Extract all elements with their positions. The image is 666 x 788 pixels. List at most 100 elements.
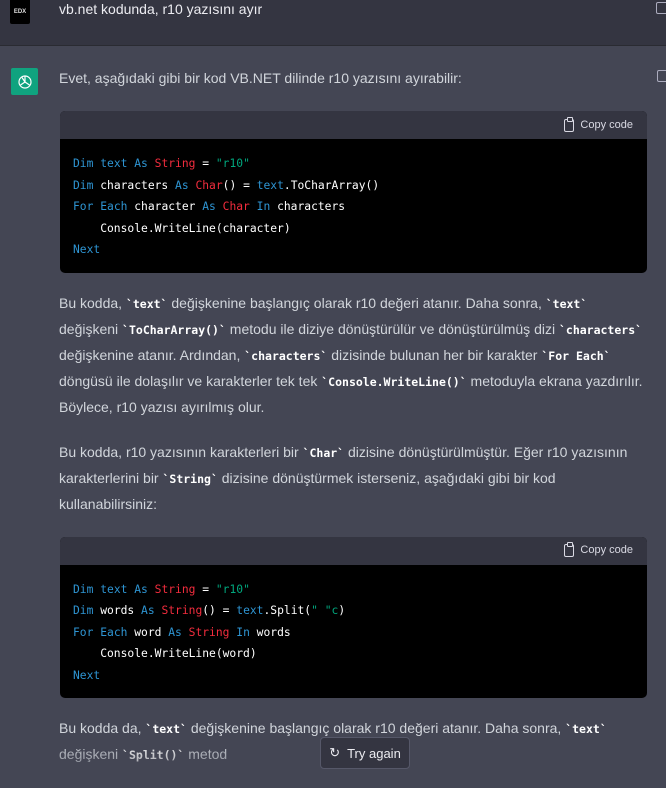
- code-token: words: [100, 604, 142, 617]
- paragraph-text: döngüsü ile dolaşılır ve karakterler tek…: [59, 372, 322, 389]
- code-content: Dim text As String = "r10" Dim words As S…: [60, 565, 647, 699]
- inline-code: `text`: [565, 722, 607, 736]
- code-token: ): [338, 604, 346, 617]
- code-token: "r10": [215, 582, 250, 596]
- code-token: As: [134, 157, 155, 170]
- user-avatar: EDX: [10, 0, 30, 24]
- code-token: word: [134, 625, 169, 639]
- code-token: Each: [100, 200, 135, 213]
- code-token: Dim: [73, 604, 101, 617]
- code-token: text: [100, 157, 135, 170]
- inline-code: `String`: [162, 471, 218, 486]
- code-token: String: [154, 582, 196, 596]
- code-token: " "c: [311, 604, 339, 617]
- code-token: text: [236, 604, 264, 617]
- code-token: () =: [202, 604, 237, 617]
- paragraph-text: değişkeni: [59, 320, 123, 337]
- edit-icon[interactable]: [656, 2, 666, 14]
- paragraph-text: değişkenine başlangıç olarak r10 değeri …: [186, 720, 566, 736]
- refresh-icon: ↻: [329, 745, 341, 760]
- code-line: Dim text As String = "r10": [73, 153, 634, 175]
- code-token: In: [256, 200, 278, 213]
- intro-text: Evet, aşağıdaki gibi bir kod VB.NET dili…: [59, 70, 462, 86]
- code-line: For Each character As Char In characters: [73, 196, 634, 218]
- user-message-row: EDX vb.net kodunda, r10 yazısını ayır: [0, 0, 666, 46]
- code-token: character: [134, 200, 203, 213]
- code-line: Next: [73, 239, 634, 261]
- inline-code: `Char`: [302, 445, 345, 460]
- code-token: text: [256, 178, 284, 192]
- code-token: .Split(: [263, 604, 312, 617]
- code-content: Dim text As String = "r10" Dim characters…: [60, 139, 647, 273]
- code-token: As: [175, 178, 196, 192]
- clipboard-icon: [564, 116, 575, 132]
- copy-code-label: Copy code: [580, 118, 633, 131]
- thumbs-up-icon[interactable]: [657, 70, 666, 82]
- code-token: Char: [195, 178, 223, 192]
- assistant-message: Evet, aşağıdaki gibi bir kod VB.NET dili…: [59, 66, 649, 788]
- code-token: =: [195, 157, 216, 170]
- inline-code: `text`: [145, 722, 187, 736]
- inline-code: `For Each`: [541, 348, 611, 363]
- inline-code: `characters`: [558, 322, 643, 337]
- code-token: =: [195, 582, 216, 596]
- code-token: Dim: [73, 582, 101, 596]
- code-token: text: [100, 582, 135, 596]
- code-token: Dim: [73, 157, 101, 170]
- code-token: words: [256, 625, 291, 639]
- code-token: "r10": [215, 157, 250, 170]
- copy-code-button[interactable]: Copy code: [60, 111, 647, 139]
- code-token: In: [236, 625, 257, 639]
- paragraph-text: metodu ile diziye dönüştürülür ve dönüşt…: [225, 320, 559, 337]
- code-token: For: [73, 625, 101, 639]
- code-token: () =: [222, 178, 257, 192]
- code-token: For: [73, 200, 101, 213]
- code-token: String: [188, 625, 237, 639]
- code-token: Char: [222, 200, 257, 213]
- code-token: .ToCharArray(): [283, 178, 380, 192]
- code-block: Copy code Dim text As String = "r10" Dim …: [60, 111, 647, 273]
- code-line: Console.WriteLine(character): [73, 218, 634, 240]
- code-token: Each: [100, 625, 135, 639]
- code-token: As: [168, 625, 189, 639]
- code-token: As: [134, 582, 155, 596]
- paragraph-text: değişkenine başlangıç olarak r10 değeri …: [167, 294, 546, 311]
- paragraph: Bu kodda, r10 yazısının karakterleri bir…: [59, 440, 649, 517]
- paragraph-text: dizisinde bulunan her bir karakter: [327, 346, 542, 363]
- code-token: As: [202, 200, 223, 213]
- user-message-text: vb.net kodunda, r10 yazısını ayır: [59, 1, 263, 17]
- copy-code-button[interactable]: Copy code: [60, 536, 647, 565]
- code-block: Copy code Dim text As String = "r10" Dim …: [60, 536, 647, 699]
- code-line: For Each word As String In words: [73, 622, 634, 644]
- code-token: Next: [73, 668, 101, 682]
- code-token: Next: [73, 243, 101, 256]
- code-token: As: [141, 604, 162, 617]
- inline-code: `text`: [545, 296, 588, 311]
- code-token: Dim: [73, 178, 101, 192]
- code-line: Next: [73, 665, 634, 687]
- code-line: Dim words As String() = text.Split(" "c): [73, 600, 634, 622]
- paragraph-text: Bu kodda,: [59, 294, 126, 311]
- code-token: Console.WriteLine(word): [73, 647, 257, 660]
- inline-code: `characters`: [244, 348, 328, 363]
- inline-code: `Console.WriteLine()`: [321, 374, 467, 389]
- code-token: characters: [100, 178, 176, 192]
- chatgpt-logo-icon: [11, 68, 38, 95]
- code-token: String: [161, 604, 203, 617]
- code-line: Console.WriteLine(word): [73, 643, 634, 665]
- inline-code: `text`: [125, 296, 168, 311]
- try-again-label: Try again: [347, 745, 401, 761]
- paragraph-text: Bu kodda, r10 yazısının karakterleri bir: [59, 443, 303, 460]
- code-line: Dim characters As Char() = text.ToCharAr…: [73, 175, 634, 197]
- code-token: Console.WriteLine(character): [73, 221, 291, 235]
- inline-code: `ToCharArray()`: [122, 322, 226, 337]
- code-token: characters: [277, 200, 346, 213]
- code-token: String: [154, 157, 196, 170]
- paragraph-text: Bu kodda da,: [59, 720, 146, 736]
- try-again-button[interactable]: ↻ Try again: [320, 737, 410, 769]
- copy-code-label: Copy code: [580, 544, 633, 556]
- paragraph-text: değişkenine atanır. Ardından,: [59, 346, 245, 363]
- clipboard-icon: [564, 542, 575, 557]
- code-line: Dim text As String = "r10": [73, 579, 634, 601]
- paragraph: Bu kodda, `text` değişkenine başlangıç o…: [59, 291, 649, 420]
